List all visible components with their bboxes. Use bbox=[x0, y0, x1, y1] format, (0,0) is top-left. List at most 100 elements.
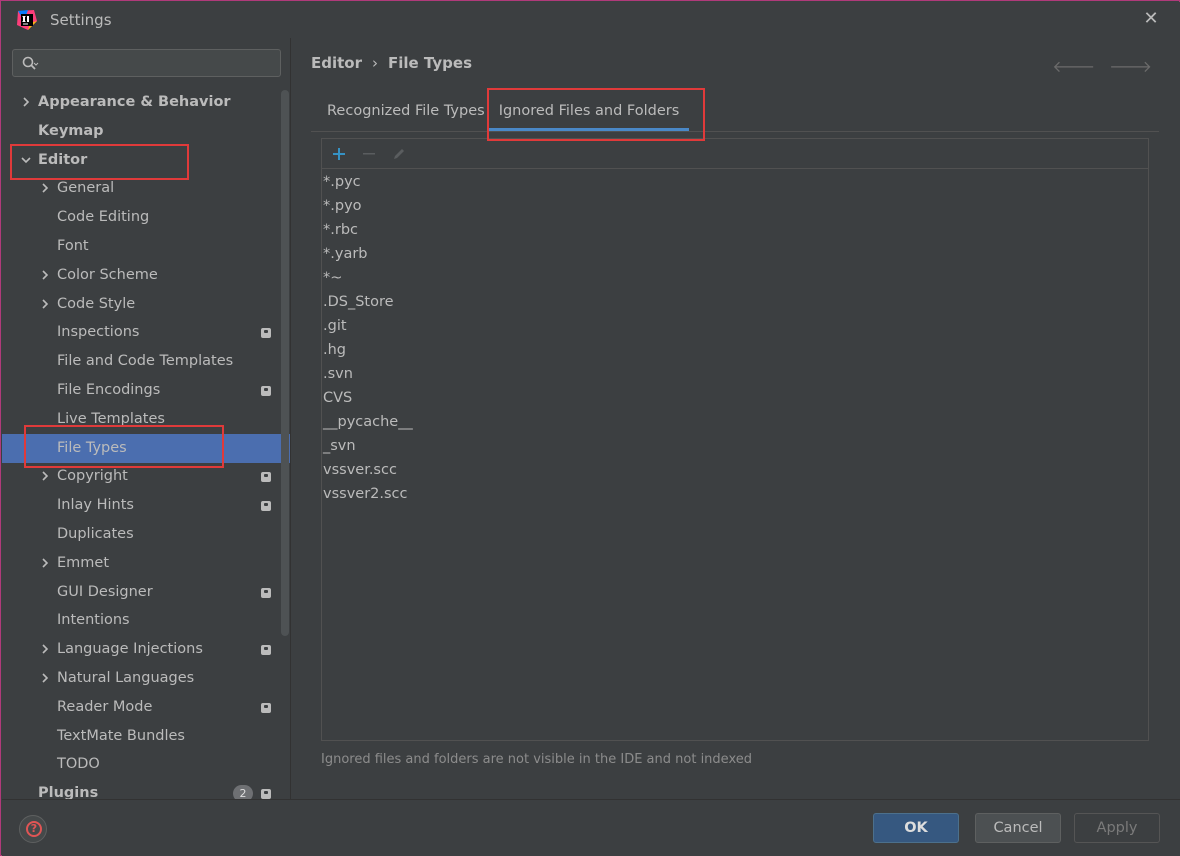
breadcrumb-parent[interactable]: Editor bbox=[311, 54, 362, 72]
sidebar-item-editor[interactable]: Editor bbox=[2, 146, 290, 175]
list-item[interactable]: *~ bbox=[322, 266, 1148, 290]
sidebar-item-keymap[interactable]: Keymap bbox=[2, 117, 290, 146]
sidebar-item-label: Reader Mode bbox=[57, 698, 153, 715]
sidebar-item-emmet[interactable]: Emmet bbox=[2, 549, 290, 578]
sidebar-item-label: Plugins bbox=[38, 785, 99, 799]
list-item[interactable]: .hg bbox=[322, 338, 1148, 362]
list-item[interactable]: vssver.scc bbox=[322, 458, 1148, 482]
cancel-button[interactable]: Cancel bbox=[975, 813, 1061, 843]
sidebar-item-label: File and Code Templates bbox=[57, 353, 234, 370]
sidebar-item-code-editing[interactable]: Code Editing bbox=[2, 203, 290, 232]
sidebar-item-copyright[interactable]: Copyright bbox=[2, 462, 290, 491]
update-count-badge: 2 bbox=[233, 785, 253, 799]
sidebar-item-file-encodings[interactable]: File Encodings bbox=[2, 376, 290, 405]
list-item[interactable]: .DS_Store bbox=[322, 290, 1148, 314]
ok-button[interactable]: OK bbox=[873, 813, 959, 843]
add-button[interactable] bbox=[328, 143, 350, 165]
sidebar-item-label: Emmet bbox=[57, 554, 110, 571]
list-item[interactable]: *.yarb bbox=[322, 242, 1148, 266]
sidebar-item-file-types[interactable]: File Types bbox=[2, 433, 290, 463]
sidebar-item-live-templates[interactable]: Live Templates bbox=[2, 405, 290, 434]
tab-ignored-files-and-folders[interactable]: Ignored Files and Folders bbox=[489, 94, 689, 131]
ignored-list: *.pyc *.pyo *.rbc *.yarb *~ .DS_Store .git .hg.… bbox=[322, 170, 1148, 506]
sidebar-item-duplicates[interactable]: Duplicates bbox=[2, 520, 290, 549]
project-scope-icon bbox=[261, 587, 271, 598]
dialog-footer: ? OK Cancel Apply bbox=[2, 799, 1180, 856]
ignored-files-panel: *.pyc *.pyo *.rbc *.yarb *~ .DS_Store .git .hg.… bbox=[321, 138, 1149, 741]
search-icon bbox=[22, 56, 39, 70]
sidebar-item-code-style[interactable]: Code Style bbox=[2, 290, 290, 319]
apply-button[interactable]: Apply bbox=[1074, 813, 1160, 843]
sidebar-item-label: File Encodings bbox=[57, 382, 161, 398]
tab-recognized-file-types[interactable]: Recognized File Types bbox=[327, 94, 485, 131]
sidebar-item-label: Appearance & Behavior bbox=[38, 94, 231, 110]
list-item[interactable]: _svn bbox=[322, 434, 1148, 458]
window-title: Settings bbox=[50, 11, 112, 29]
sidebar-item-gui-designer[interactable]: GUI Designer bbox=[2, 578, 290, 607]
sidebar-item-label: Copyright bbox=[57, 468, 128, 485]
sidebar-item-label: File Types bbox=[57, 439, 127, 456]
sidebar-item-todo[interactable]: TODO bbox=[2, 750, 290, 779]
sidebar-item-label: Intentions bbox=[57, 612, 130, 629]
sidebar-item-label: Editor bbox=[38, 151, 88, 168]
history-nav: 🡐 🡒 bbox=[1052, 56, 1152, 76]
app-logo-icon bbox=[17, 10, 37, 30]
remove-button[interactable] bbox=[358, 143, 380, 165]
sidebar-item-color-scheme[interactable]: Color Scheme bbox=[2, 261, 290, 290]
list-item[interactable]: *.rbc bbox=[322, 218, 1148, 242]
sidebar-item-label: TODO bbox=[57, 756, 100, 773]
sidebar-item-file-and-code-templates[interactable]: File and Code Templates bbox=[2, 347, 290, 376]
sidebar-item-label: Inlay Hints bbox=[57, 497, 134, 514]
project-scope-icon bbox=[261, 789, 271, 799]
sidebar-item-label: Inspections bbox=[57, 324, 140, 341]
sidebar-scrollbar[interactable] bbox=[281, 90, 289, 636]
sidebar-item-reader-mode[interactable]: Reader Mode bbox=[2, 693, 290, 722]
settings-window: Settings ✕ Appearance & Behavior Keymap Ed… bbox=[0, 0, 1180, 856]
pencil-icon bbox=[394, 149, 404, 159]
project-scope-icon bbox=[261, 328, 271, 339]
sidebar-item-inlay-hints[interactable]: Inlay Hints bbox=[2, 491, 290, 520]
list-item[interactable]: .svn bbox=[322, 362, 1148, 386]
edit-button[interactable] bbox=[388, 143, 410, 165]
sidebar-item-label: Live Templates bbox=[57, 410, 165, 427]
search-input[interactable] bbox=[45, 53, 275, 73]
sidebar-item-label: Natural Languages bbox=[57, 670, 195, 686]
sidebar-item-label: Code Editing bbox=[57, 209, 150, 226]
sidebar-item-inspections[interactable]: Inspections bbox=[2, 318, 290, 347]
sidebar-item-label: Language Injections bbox=[57, 641, 203, 658]
list-item[interactable]: *.pyc bbox=[322, 170, 1148, 194]
tab-bar: Recognized File Types Ignored Files and … bbox=[311, 94, 1159, 132]
sidebar-item-appearance-behavior[interactable]: Appearance & Behavior bbox=[2, 88, 290, 117]
help-button[interactable]: ? bbox=[19, 815, 47, 843]
back-arrow-icon[interactable]: 🡐 bbox=[1052, 56, 1095, 76]
sidebar-item-plugins[interactable]: Plugins 2 bbox=[2, 779, 290, 799]
title-bar: Settings ✕ bbox=[2, 2, 1180, 38]
project-scope-icon bbox=[261, 472, 271, 483]
sidebar-item-label: Font bbox=[57, 238, 89, 254]
breadcrumb: Editor › File Types bbox=[311, 54, 472, 72]
list-item[interactable]: *.pyo bbox=[322, 194, 1148, 218]
list-item[interactable]: vssver2.scc bbox=[322, 482, 1148, 506]
sidebar-item-label: General bbox=[57, 180, 115, 197]
project-scope-icon bbox=[261, 501, 271, 512]
list-item[interactable]: CVS bbox=[322, 386, 1148, 410]
plus-icon bbox=[333, 148, 345, 160]
search-box[interactable] bbox=[12, 49, 281, 77]
sidebar-item-intentions[interactable]: Intentions bbox=[2, 606, 290, 635]
sidebar-item-label: Keymap bbox=[38, 122, 104, 139]
project-scope-icon bbox=[261, 645, 271, 656]
sidebar-item-language-injections[interactable]: Language Injections bbox=[2, 635, 290, 664]
sidebar-item-label: Code Style bbox=[57, 295, 136, 312]
breadcrumb-current: File Types bbox=[388, 54, 472, 72]
sidebar-item-font[interactable]: Font bbox=[2, 232, 290, 261]
sidebar-item-general[interactable]: General bbox=[2, 174, 290, 203]
forward-arrow-icon[interactable]: 🡒 bbox=[1109, 56, 1152, 76]
sidebar-item-textmate-bundles[interactable]: TextMate Bundles bbox=[2, 722, 290, 751]
list-item[interactable]: .git bbox=[322, 314, 1148, 338]
minus-icon bbox=[363, 153, 375, 155]
list-toolbar bbox=[322, 139, 1148, 169]
sidebar-item-label: Duplicates bbox=[57, 526, 134, 542]
list-item[interactable]: __pycache__ bbox=[322, 410, 1148, 434]
sidebar-item-natural-languages[interactable]: Natural Languages bbox=[2, 664, 290, 693]
close-icon[interactable]: ✕ bbox=[1142, 9, 1160, 29]
